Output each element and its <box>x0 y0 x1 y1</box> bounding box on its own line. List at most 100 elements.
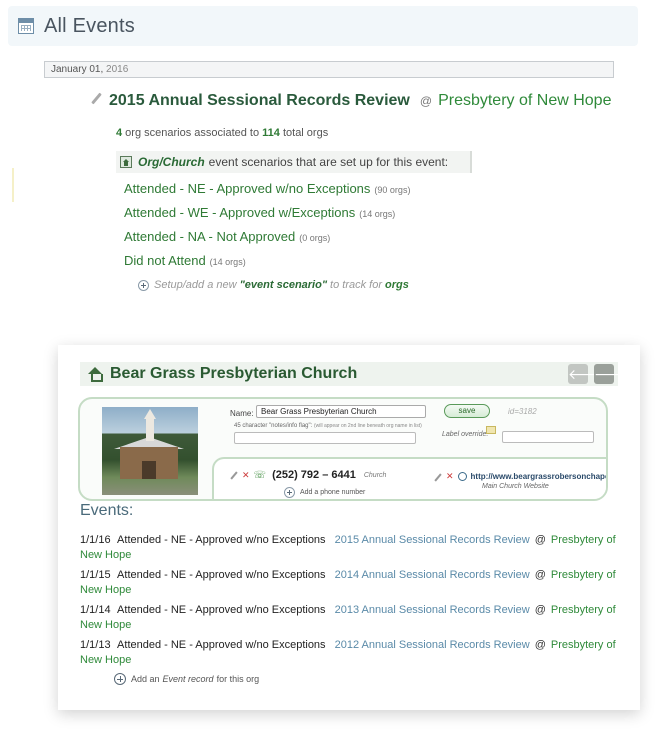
scenario-label[interactable]: Did not Attend <box>124 253 206 268</box>
event-row: 1/1/14 Attended - NE - Approved w/no Exc… <box>80 603 620 638</box>
event-date: 1/1/13 <box>80 639 111 651</box>
event-scenario: Attended - NE - Approved w/no Exceptions <box>117 569 326 581</box>
summary-text-end: total orgs <box>279 127 329 139</box>
event-scenario: Attended - NE - Approved w/no Exceptions <box>117 534 326 546</box>
notes-input[interactable] <box>234 432 416 444</box>
website-row: ✕ http://www.beargrassrobersonchapelpc..… <box>434 471 606 482</box>
home-icon <box>88 367 103 382</box>
org-detail-card: Bear Grass Presbyterian Church 🡐 🡒 Name:… <box>58 345 640 710</box>
calendar-icon <box>18 18 34 34</box>
add-event-record-link[interactable]: Add an Event record for this org <box>114 673 259 685</box>
add-scenario-mid: to track for <box>330 279 383 291</box>
phone-number[interactable]: (252) 792 – 6441 <box>272 469 356 481</box>
add-phone-link[interactable]: Add a phone number <box>284 487 365 498</box>
org-id: id=3182 <box>508 407 537 416</box>
scenario-summary: 4 org scenarios associated to 114 total … <box>116 127 328 139</box>
event-at: @ <box>534 604 546 616</box>
date-year: 2016 <box>103 64 129 75</box>
org-header: Bear Grass Presbyterian Church 🡐 🡒 <box>80 362 632 386</box>
scenario-label[interactable]: Attended - WE - Approved w/Exceptions <box>124 205 355 220</box>
add-scenario-prefix: Setup/add a new <box>154 279 237 291</box>
events-heading: Events: <box>80 502 134 519</box>
summary-text-mid: org scenarios associated to <box>122 127 263 139</box>
previous-org-button[interactable]: 🡐 <box>568 364 606 384</box>
scenario-label[interactable]: Attended - NA - Not Approved <box>124 229 295 244</box>
event-scenario: Attended - NE - Approved w/no Exceptions <box>117 604 326 616</box>
delete-phone-icon[interactable]: ✕ <box>242 470 250 481</box>
org-name-input[interactable] <box>256 405 426 418</box>
event-link[interactable]: 2014 Annual Sessional Records Review <box>335 569 530 581</box>
phone-type-label: Church <box>363 471 387 479</box>
at-sign: @ <box>419 94 433 108</box>
event-at: @ <box>534 639 546 651</box>
phone-row: ✕ ☏ (252) 792 – 6441 Church <box>230 469 386 481</box>
label-override-label: Label override: <box>442 431 489 438</box>
add-scenario-link[interactable]: Setup/add a new "event scenario" to trac… <box>138 279 409 291</box>
event-link[interactable]: 2013 Annual Sessional Records Review <box>335 604 530 616</box>
scenario-header: Org/Church event scenarios that are set … <box>116 151 472 173</box>
event-row: 1/1/15 Attended - NE - Approved w/no Exc… <box>80 568 620 603</box>
event-date: 1/1/16 <box>80 534 111 546</box>
add-event-icon[interactable] <box>114 673 126 685</box>
scenario-item[interactable]: Attended - NE - Approved w/no Exceptions… <box>124 181 410 205</box>
orgs-link[interactable]: orgs <box>385 279 409 291</box>
event-date: 1/1/15 <box>80 569 111 581</box>
globe-icon <box>457 472 467 481</box>
add-phone-icon[interactable] <box>284 487 295 498</box>
phone-icon: ☏ <box>253 469 267 481</box>
save-button[interactable]: save <box>444 404 490 418</box>
notes-label-text: 45 character "notes/info flag": <box>234 423 313 429</box>
notes-label: 45 character "notes/info flag": (will ap… <box>234 423 422 429</box>
add-circle-icon[interactable] <box>138 279 149 291</box>
website-url[interactable]: http://www.beargrassrobersonchapelpc... <box>471 472 606 481</box>
contact-area: ✕ ☏ (252) 792 – 6441 Church Add a phone … <box>212 457 606 499</box>
photo-steeple <box>146 417 154 441</box>
delete-website-icon[interactable]: ✕ <box>446 471 454 482</box>
scenario-count-badge: (14 orgs) <box>209 257 246 267</box>
event-scenario: Attended - NE - Approved w/no Exceptions <box>117 639 326 651</box>
add-event-em[interactable]: Event record <box>163 674 214 684</box>
presbytery-link[interactable]: Presbytery of New Hope <box>438 92 611 110</box>
website-label: Main Church Website <box>482 483 549 490</box>
org-edit-form: Name: save id=3182 45 character "notes/i… <box>78 397 608 501</box>
scenario-count-badge: (90 orgs) <box>374 185 411 195</box>
org-name: Bear Grass Presbyterian Church <box>110 365 358 382</box>
label-override-input[interactable] <box>502 431 594 443</box>
events-list: 1/1/16 Attended - NE - Approved w/no Exc… <box>80 533 620 673</box>
notes-hint: (will appear on 2nd line beneath org nam… <box>313 423 422 429</box>
event-row: 1/1/13 Attended - NE - Approved w/no Exc… <box>80 638 620 673</box>
scenario-header-text: event scenarios that are set up for this… <box>208 155 449 169</box>
page: All Events January 01, 2016 2015 Annual … <box>0 0 671 750</box>
scenario-item[interactable]: Attended - NA - Not Approved (0 orgs) <box>124 229 410 253</box>
edit-website-icon[interactable] <box>434 473 442 481</box>
add-event-prefix: Add an <box>131 674 160 684</box>
next-org-button[interactable]: 🡒 <box>594 364 632 384</box>
date-month-day: January 01 <box>51 64 101 75</box>
scenario-item[interactable]: Attended - WE - Approved w/Exceptions (14… <box>124 205 410 229</box>
org-count: 114 <box>262 127 280 139</box>
add-phone-text[interactable]: Add a phone number <box>300 489 365 496</box>
note-icon[interactable] <box>486 426 496 434</box>
name-label: Name: <box>230 409 254 418</box>
org-church-label: Org/Church <box>138 155 205 169</box>
page-title: All Events <box>44 14 135 37</box>
scenario-item[interactable]: Did not Attend (14 orgs) <box>124 253 410 277</box>
date-bar: January 01, 2016 <box>44 61 614 78</box>
event-scenario-link[interactable]: "event scenario" <box>240 279 327 291</box>
church-photo <box>102 407 198 495</box>
event-link[interactable]: 2012 Annual Sessional Records Review <box>335 639 530 651</box>
scenario-count-badge: (0 orgs) <box>299 233 331 243</box>
edit-pencil-icon[interactable] <box>90 93 103 106</box>
scenario-label[interactable]: Attended - NE - Approved w/no Exceptions <box>124 181 370 196</box>
scenario-list: Attended - NE - Approved w/no Exceptions… <box>124 181 410 277</box>
event-date: 1/1/14 <box>80 604 111 616</box>
event-title-row: 2015 Annual Sessional Records Review @ P… <box>90 92 611 110</box>
event-title[interactable]: 2015 Annual Sessional Records Review <box>109 92 410 110</box>
org-home-icon <box>120 156 132 168</box>
scenario-count-badge: (14 orgs) <box>359 209 396 219</box>
page-header: All Events <box>8 6 638 46</box>
event-at: @ <box>534 569 546 581</box>
event-link[interactable]: 2015 Annual Sessional Records Review <box>335 534 530 546</box>
photo-door <box>142 461 156 479</box>
edit-phone-icon[interactable] <box>230 471 238 479</box>
